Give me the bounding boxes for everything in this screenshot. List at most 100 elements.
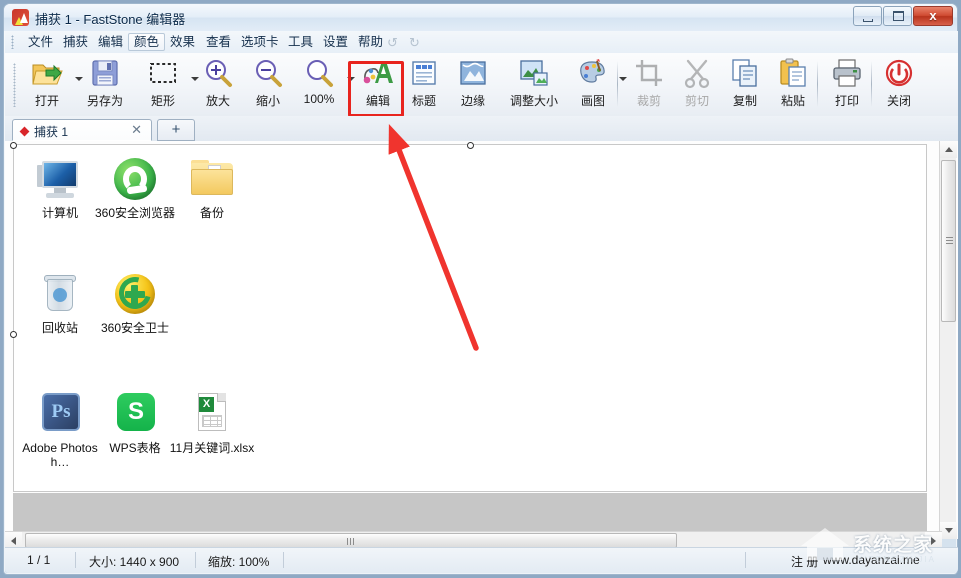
chevron-down-icon[interactable] bbox=[347, 77, 355, 81]
menu-tabs[interactable]: 选项卡 bbox=[236, 33, 284, 51]
vertical-scroll-thumb[interactable] bbox=[941, 160, 956, 322]
toolbar-button-rectangle[interactable]: 矩形 bbox=[137, 57, 189, 112]
canvas-handle-top-left[interactable] bbox=[10, 142, 17, 149]
toolbar-button-print[interactable]: 打印 bbox=[823, 57, 871, 112]
copy-icon bbox=[729, 57, 761, 89]
menu-help[interactable]: 帮助 bbox=[353, 33, 388, 51]
desktop-icon-label: 360安全浏览器 bbox=[94, 206, 176, 220]
folder-icon bbox=[188, 155, 236, 203]
menu-edit[interactable]: 编辑 bbox=[93, 33, 128, 51]
toolbar-button-close-doc[interactable]: 关闭 bbox=[875, 57, 923, 112]
toolbar-label: 边缘 bbox=[460, 94, 485, 108]
horizontal-scrollbar[interactable] bbox=[5, 531, 942, 549]
new-tab-button[interactable]: + bbox=[157, 119, 195, 141]
toolbar-button-open[interactable]: 打开 bbox=[21, 57, 73, 112]
draw-board-icon bbox=[362, 57, 394, 89]
toolbar-label: 裁剪 bbox=[636, 94, 661, 108]
toolbar-separator bbox=[871, 61, 872, 107]
toolbar-button-zoom-100[interactable]: 100% bbox=[293, 57, 345, 112]
power-icon bbox=[883, 57, 915, 89]
toolbar-button-edge[interactable]: 边缘 bbox=[447, 57, 499, 112]
menu-file[interactable]: 文件 bbox=[23, 33, 58, 51]
undo-icon[interactable]: ↺ bbox=[387, 35, 398, 51]
menu-view[interactable]: 查看 bbox=[201, 33, 236, 51]
horizontal-scroll-thumb[interactable] bbox=[25, 533, 677, 548]
toolbar-label: 复制 bbox=[732, 94, 757, 108]
toolbar-label: 编辑 bbox=[365, 94, 390, 108]
toolbar-button-cut: 剪切 bbox=[673, 57, 721, 112]
status-register[interactable]: 注 册 bbox=[791, 553, 818, 570]
desktop-icon-360-browser[interactable]: 360安全浏览器 bbox=[92, 155, 178, 220]
excel-file-icon: X bbox=[188, 390, 236, 438]
wps-icon: S bbox=[111, 390, 159, 438]
vertical-scrollbar[interactable] bbox=[939, 141, 957, 539]
editor-area: 计算机 360安全浏览器 备份 回收站 360安全卫士 Ps Adobe Photosh… S… bbox=[5, 141, 958, 539]
minimize-button[interactable] bbox=[853, 6, 882, 26]
caption-icon bbox=[408, 57, 440, 89]
toolbar-label: 画图 bbox=[580, 94, 605, 108]
close-button[interactable]: x bbox=[913, 6, 953, 26]
canvas-handle-left-mid[interactable] bbox=[10, 331, 17, 338]
desktop-icon-computer[interactable]: 计算机 bbox=[17, 155, 103, 220]
status-zoom: 缩放: 100% bbox=[208, 555, 270, 569]
toolbar-button-paint[interactable]: 画图 bbox=[569, 57, 617, 112]
toolbar-button-copy[interactable]: 复制 bbox=[721, 57, 769, 112]
tool-bar: 打开 另存为 矩形 放大 缩小 100% 编辑 标题 边缘 调整大小 画图 裁剪 剪切 复制 粘贴 打印 关闭 bbox=[5, 53, 958, 117]
menu-color[interactable]: 颜色 bbox=[128, 33, 166, 51]
menu-settings[interactable]: 设置 bbox=[318, 33, 353, 51]
toolbar-button-zoom-out[interactable]: 缩小 bbox=[243, 57, 293, 112]
toolbar-label: 放大 bbox=[205, 94, 230, 108]
toolbar-button-zoom-in[interactable]: 放大 bbox=[193, 57, 243, 112]
palette-icon bbox=[577, 57, 609, 89]
status-url: www.dayanzai.me bbox=[823, 553, 920, 567]
image-canvas[interactable]: 计算机 360安全浏览器 备份 回收站 360安全卫士 Ps Adobe Photosh… S… bbox=[13, 144, 927, 492]
desktop-icon-recycle-bin[interactable]: 回收站 bbox=[17, 270, 103, 335]
desktop-icon-label: 11月关键词.xlsx bbox=[169, 441, 255, 455]
desktop-icon-360-guard[interactable]: 360安全卫士 bbox=[92, 270, 178, 335]
close-icon: x bbox=[929, 8, 937, 23]
toolbar-separator bbox=[817, 61, 818, 107]
status-bar: 1 / 1 大小: 1440 x 900 缩放: 100% 注 册 www.da… bbox=[5, 547, 958, 573]
zoom-in-icon bbox=[202, 57, 234, 89]
menu-capture[interactable]: 捕获 bbox=[58, 33, 93, 51]
redo-icon[interactable]: ↻ bbox=[409, 35, 420, 51]
toolbar-button-save-as[interactable]: 另存为 bbox=[77, 57, 133, 112]
canvas-handle-top-center[interactable] bbox=[467, 142, 474, 149]
maximize-button[interactable] bbox=[883, 6, 912, 26]
scissors-icon bbox=[681, 57, 713, 89]
toolbar-button-resize[interactable]: 调整大小 bbox=[499, 57, 569, 112]
photoshop-icon: Ps bbox=[36, 390, 84, 438]
toolbar-label: 标题 bbox=[411, 94, 436, 108]
menu-tools[interactable]: 工具 bbox=[283, 33, 318, 51]
toolbar-label: 打印 bbox=[834, 94, 859, 108]
status-page: 1 / 1 bbox=[27, 553, 51, 567]
crop-icon bbox=[633, 57, 665, 89]
desktop-icon-photoshop[interactable]: Ps Adobe Photosh… bbox=[17, 390, 103, 469]
zoom-out-icon bbox=[252, 57, 284, 89]
scroll-up-icon[interactable] bbox=[940, 141, 957, 158]
shield-guard-icon bbox=[111, 270, 159, 318]
toolbar-label: 矩形 bbox=[150, 94, 175, 108]
scroll-down-icon[interactable] bbox=[940, 522, 957, 539]
desktop-icon-wps-sheet[interactable]: S WPS表格 bbox=[92, 390, 178, 455]
tab-close-icon[interactable]: ✕ bbox=[131, 122, 142, 138]
desktop-icon-backup-folder[interactable]: 备份 bbox=[169, 155, 255, 220]
tab-modified-icon bbox=[19, 126, 30, 137]
desktop-icon-label: Adobe Photosh… bbox=[22, 441, 98, 469]
open-folder-icon bbox=[31, 57, 63, 89]
toolbar-label: 100% bbox=[303, 92, 335, 106]
toolbar-label: 粘贴 bbox=[780, 94, 805, 108]
menu-effects[interactable]: 效果 bbox=[165, 33, 200, 51]
resize-icon bbox=[518, 57, 550, 89]
magnifier-icon bbox=[303, 57, 335, 89]
desktop-icon-label: 计算机 bbox=[41, 206, 78, 220]
tab-capture-1[interactable]: 捕获 1 ✕ bbox=[12, 119, 152, 141]
printer-icon bbox=[831, 57, 863, 89]
toolbar-button-paste[interactable]: 粘贴 bbox=[769, 57, 817, 112]
desktop-icon-label: 备份 bbox=[199, 206, 224, 220]
toolbar-label: 缩小 bbox=[255, 94, 280, 108]
faststone-icon bbox=[12, 9, 29, 26]
toolbar-button-draw-edit[interactable]: 编辑 bbox=[355, 57, 401, 112]
toolbar-button-caption[interactable]: 标题 bbox=[401, 57, 447, 112]
desktop-icon-keyword-xlsx[interactable]: X 11月关键词.xlsx bbox=[169, 390, 255, 455]
